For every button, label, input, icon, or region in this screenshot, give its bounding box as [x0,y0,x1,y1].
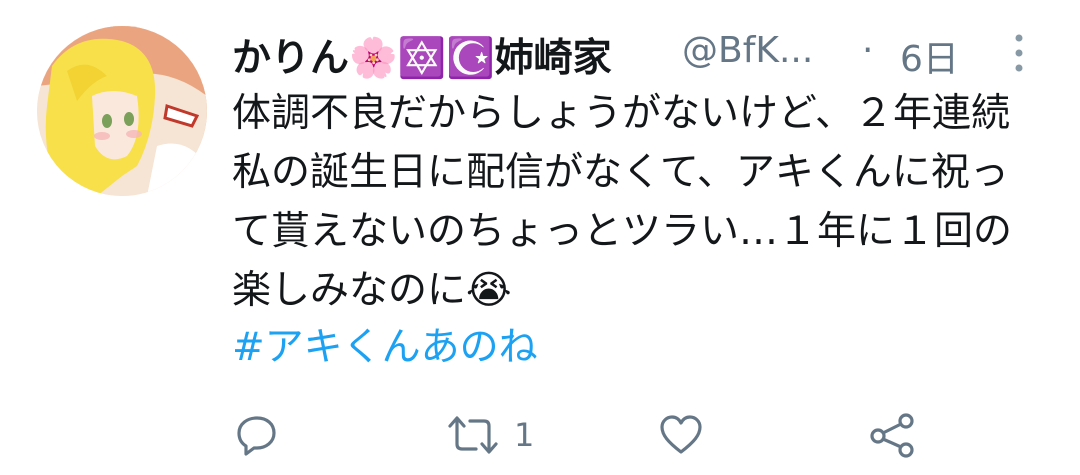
more-vertical-icon[interactable] [1004,28,1034,78]
tweet[interactable]: かりん🌸🔯☪️姉崎家 @BfK... · 6日 体調不良だからしょうがないけど、… [0,0,1080,475]
reply-button[interactable] [234,410,294,460]
avatar[interactable] [37,26,207,196]
share-icon [870,413,914,458]
retweet-icon [448,416,498,454]
retweet-button[interactable]: 1 [446,410,534,460]
user-handle[interactable]: @BfK... [682,30,813,71]
hashtag-link[interactable]: #アキくんあのね [232,318,538,377]
heart-icon [660,415,702,454]
avatar-image [37,26,207,196]
share-button[interactable] [868,410,916,460]
tweet-text: 体調不良だからしょうがないけど、２年連続私の誕生日に配信がなくて、アキくんに祝っ… [232,91,1013,313]
timestamp[interactable]: 6日 [900,30,959,82]
retweet-count: 1 [514,416,535,454]
display-name[interactable]: かりん🌸🔯☪️姉崎家 [232,27,612,83]
tweet-actions: 1 [0,400,1080,470]
reply-icon [237,416,276,456]
separator-dot: · [862,30,874,71]
tweet-header: かりん🌸🔯☪️姉崎家 @BfK... · 6日 [232,24,1034,83]
like-button[interactable] [658,410,718,460]
